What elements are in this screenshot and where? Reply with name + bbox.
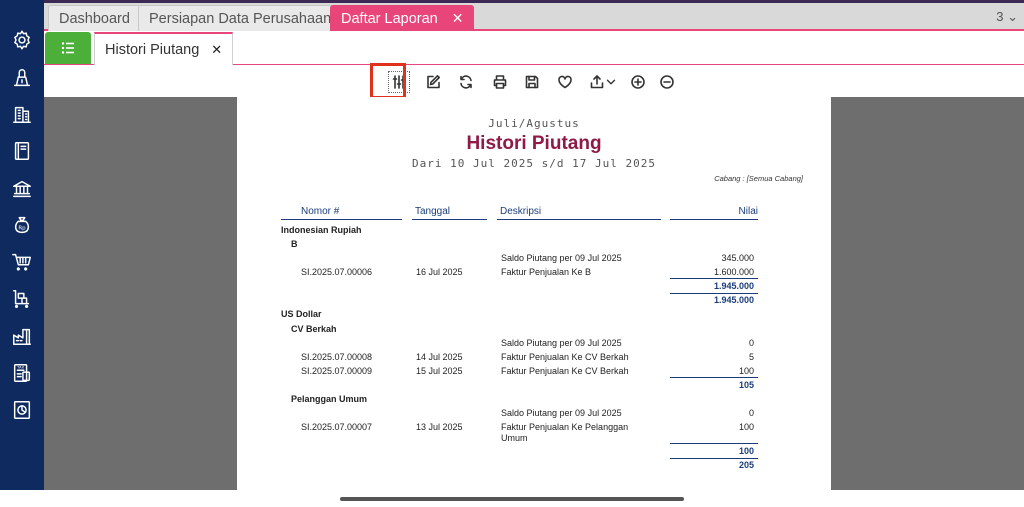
list-icon <box>61 42 74 54</box>
heart-icon[interactable] <box>554 71 576 93</box>
table-cell-deskripsi: Faktur Penjualan Ke B <box>501 267 592 277</box>
total-line <box>670 293 758 294</box>
tab-count-dropdown[interactable]: 3 ⌄ <box>996 9 1018 25</box>
customer-subtotal: 1.945.000 <box>713 281 754 291</box>
report-period: Juli/Agustus <box>488 117 580 130</box>
column-header-deskripsi: Deskripsi <box>497 206 661 220</box>
table-cell-nilai: 100 <box>738 422 754 432</box>
subtotal-line <box>670 377 758 378</box>
report-page: Juli/Agustus Histori Piutang Dari 10 Jul… <box>237 97 831 490</box>
table-cell-tanggal: 16 Jul 2025 <box>416 267 463 277</box>
customer-name: Pelanggan Umum <box>291 394 368 404</box>
customer-subtotal: 100 <box>738 446 754 456</box>
column-header-tanggal: Tanggal <box>412 206 487 220</box>
delivery-icon[interactable] <box>10 287 34 311</box>
chevron-down-icon[interactable] <box>604 71 618 93</box>
table-cell-tanggal: 15 Jul 2025 <box>416 366 463 376</box>
close-icon[interactable]: ✕ <box>452 10 464 27</box>
table-cell-nilai: 5 <box>748 352 754 362</box>
bank-icon[interactable] <box>10 177 34 201</box>
svg-text:TAX: TAX <box>16 365 24 369</box>
tab-label: Persiapan Data Perusahaan <box>149 10 332 27</box>
scale-icon[interactable] <box>10 66 34 90</box>
tab-daftar-laporan[interactable]: Daftar Laporan ✕ <box>330 5 475 31</box>
table-cell-tanggal: 13 Jul 2025 <box>416 422 463 432</box>
table-cell-tanggal: 14 Jul 2025 <box>416 352 463 362</box>
currency-total: 205 <box>738 460 754 470</box>
table-cell-deskripsi: Faktur Penjualan Ke CV Berkah <box>501 352 629 362</box>
customer-name: CV Berkah <box>291 324 337 334</box>
building-icon[interactable] <box>10 102 34 126</box>
edit-button-highlight <box>370 63 406 99</box>
currency-group-label: US Dollar <box>281 309 322 319</box>
report-title: Histori Piutang <box>466 133 602 154</box>
factory-icon[interactable] <box>10 324 34 348</box>
table-cell-nomor: SI.2025.07.00009 <box>301 366 373 376</box>
tab-histori-piutang[interactable]: Histori Piutang ✕ <box>94 32 234 65</box>
table-cell-nomor: SI.2025.07.00006 <box>301 267 373 277</box>
column-header-nomor: Nomor # <box>281 206 402 220</box>
sub-tab-bar: Histori Piutang ✕ <box>44 31 1024 65</box>
report-toolbar <box>44 66 1024 96</box>
table-cell-deskripsi: Faktur Penjualan Ke Pelanggan <box>501 422 629 432</box>
table-cell-nilai: 0 <box>748 408 754 418</box>
table-cell-deskripsi: Saldo Piutang per 09 Jul 2025 <box>501 408 622 418</box>
zoom-in-icon[interactable] <box>627 71 649 93</box>
tab-persiapan-data-perusahaan[interactable]: Persiapan Data Perusahaan <box>138 5 343 31</box>
tab-label: Dashboard <box>59 10 130 27</box>
sidebar: Rp TAX <box>0 0 44 494</box>
menu-list-button[interactable] <box>45 32 91 64</box>
table-cell-deskripsi: Saldo Piutang per 09 Jul 2025 <box>501 338 622 348</box>
table-cell-nomor: SI.2025.07.00008 <box>301 352 373 362</box>
table-cell-deskripsi: Saldo Piutang per 09 Jul 2025 <box>501 253 622 263</box>
customer-name: B <box>291 239 298 249</box>
table-cell-nomor: SI.2025.07.00007 <box>301 422 373 432</box>
report-icon[interactable] <box>10 398 34 422</box>
close-icon[interactable]: ✕ <box>211 42 222 58</box>
customer-subtotal: 105 <box>738 380 754 390</box>
table-cell-nilai: 100 <box>738 366 754 376</box>
zoom-out-icon[interactable] <box>656 71 678 93</box>
tab-label: Histori Piutang <box>105 41 200 58</box>
table-cell-nilai: 1.600.000 <box>713 267 754 277</box>
report-date-range: Dari 10 Jul 2025 s/d 17 Jul 2025 <box>412 157 656 170</box>
edit-icon[interactable] <box>422 71 444 93</box>
tab-dashboard[interactable]: Dashboard <box>48 5 141 31</box>
currency-total: 1.945.000 <box>713 295 754 305</box>
svg-text:Rp: Rp <box>18 226 26 232</box>
report-branch: Cabang : [Semua Cabang] <box>714 174 803 183</box>
column-header-nilai: Nilai <box>670 206 758 220</box>
currency-group-label: Indonesian Rupiah <box>281 225 362 235</box>
book-icon[interactable] <box>10 139 34 163</box>
table-cell-nilai: 0 <box>748 338 754 348</box>
save-icon[interactable] <box>521 71 543 93</box>
table-cell-deskripsi-cont: Umum <box>501 433 528 443</box>
print-icon[interactable] <box>489 71 511 93</box>
tab-bar: Dashboard Persiapan Data Perusahaan Daft… <box>44 3 1024 31</box>
settings-icon[interactable] <box>10 28 34 52</box>
table-cell-deskripsi: Faktur Penjualan Ke CV Berkah <box>501 366 629 376</box>
cart-icon[interactable] <box>10 250 34 274</box>
tab-label: Daftar Laporan <box>341 10 438 27</box>
home-indicator[interactable] <box>340 497 684 501</box>
total-line <box>670 458 758 459</box>
tax-icon[interactable]: TAX <box>10 361 34 385</box>
subtotal-line <box>670 278 758 279</box>
money-bag-icon[interactable]: Rp <box>10 213 34 237</box>
refresh-icon[interactable] <box>455 71 477 93</box>
table-cell-nilai: 345.000 <box>721 253 754 263</box>
subtotal-line <box>670 443 758 444</box>
